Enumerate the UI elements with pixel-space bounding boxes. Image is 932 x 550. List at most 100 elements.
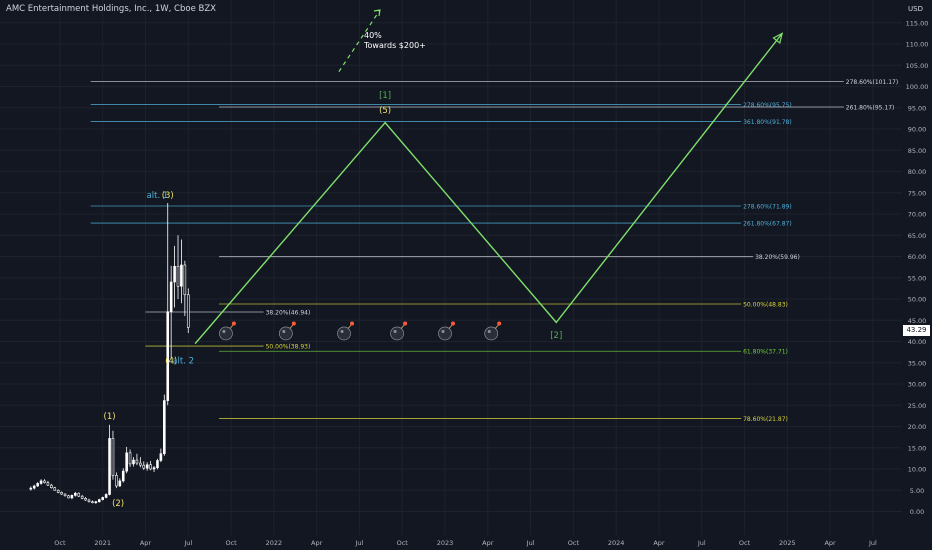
wave-label: alt. 2	[172, 357, 194, 367]
chart-title: AMC Entertainment Holdings, Inc., 1W, Cb…	[6, 4, 216, 14]
grid	[0, 0, 902, 535]
candle	[60, 492, 63, 495]
candle	[142, 464, 146, 469]
candle	[36, 483, 39, 487]
candle	[87, 499, 91, 503]
x-tick-label: Oct	[397, 539, 409, 547]
y-tick-label: 50.00	[908, 296, 927, 304]
candle	[74, 492, 77, 496]
candle	[180, 264, 183, 287]
candle	[176, 265, 180, 287]
x-tick-label: Jul	[526, 539, 535, 547]
x-tick-label: Oct	[568, 539, 580, 547]
candle	[125, 452, 128, 472]
candle	[139, 462, 142, 466]
price-chart[interactable]: 0.00 5.00 10.00 15.00 20.00 25.00 30.00 35.00 40…	[0, 0, 932, 550]
fib-level-label: 38.20%(59.96)	[755, 254, 800, 261]
y-tick-label: 65.00	[908, 232, 927, 240]
candle	[111, 438, 115, 476]
fib-level-label: 50.00%(38.93)	[266, 344, 311, 351]
bomb-shine	[487, 329, 491, 333]
fib-level-label: 261.80%(95.17)	[846, 105, 895, 112]
y-tick-label: 40.00	[908, 338, 927, 346]
y-tick-label: 0.00	[910, 508, 924, 516]
target-annotation: 40% Towards $200+	[364, 31, 426, 51]
bomb-body	[484, 326, 499, 341]
y-tick-label: 80.00	[908, 168, 927, 176]
x-tick-label: Oct	[225, 539, 237, 547]
candle	[77, 492, 81, 497]
bomb-icon	[219, 321, 236, 341]
fib-level-label: 50.00%(48.83)	[743, 301, 788, 308]
candle	[121, 470, 125, 482]
candle	[186, 294, 190, 328]
bomb-body	[219, 326, 233, 341]
wave-label: (1)	[104, 412, 116, 422]
candle	[159, 453, 163, 461]
x-tick-label: Apr	[140, 539, 152, 547]
bomb-spark	[350, 321, 355, 326]
bomb-spark	[403, 321, 408, 326]
fib-level-label: 278.60%(95.75)	[743, 102, 792, 109]
candle	[101, 497, 104, 500]
x-tick-label: Jul	[697, 539, 706, 547]
candle	[183, 264, 187, 296]
y-tick-label: 15.00	[908, 444, 927, 452]
y-tick-label: 85.00	[908, 147, 927, 155]
y-tick-label: 25.00	[908, 402, 927, 410]
currency-label: USD	[908, 5, 923, 13]
candle	[29, 487, 33, 490]
y-tick-label: 105.00	[906, 62, 929, 70]
y-tick-label: 55.00	[908, 274, 927, 282]
bomb-spark	[291, 321, 296, 326]
bomb-icon	[390, 321, 408, 341]
candle	[97, 499, 101, 503]
candle	[43, 480, 46, 483]
candle	[80, 495, 84, 499]
projection-path	[194, 32, 783, 345]
y-tick-label: 115.00	[906, 19, 929, 27]
y-tick-label: 45.00	[908, 317, 927, 325]
candles	[29, 202, 190, 504]
candle	[169, 281, 173, 313]
x-tick-label: Apr	[824, 539, 836, 547]
last-price-tag: 43.29	[903, 325, 930, 336]
candle	[145, 464, 149, 469]
candle	[70, 495, 74, 499]
candle	[135, 459, 139, 464]
bomb-spark	[451, 321, 456, 326]
y-tick-label: 10.00	[908, 466, 927, 474]
bomb-body	[390, 326, 404, 341]
y-tick-label: 90.00	[908, 126, 927, 134]
y-tick-label: 75.00	[908, 189, 927, 197]
y-tick-label: 110.00	[906, 41, 929, 49]
bomb-icon	[484, 321, 502, 341]
x-tick-label: Jul	[183, 539, 192, 547]
wave-label: (2)	[112, 499, 124, 509]
candle	[173, 265, 176, 283]
bomb-body	[279, 326, 293, 341]
x-tick-label: 2023	[437, 539, 454, 547]
y-tick-label: 70.00	[908, 211, 927, 219]
candle	[91, 501, 94, 504]
candle	[63, 493, 67, 497]
fib-level-label: 278.60%(101.17)	[846, 79, 898, 86]
candle	[128, 452, 132, 465]
bomb-shine	[340, 329, 344, 333]
candle	[84, 498, 87, 501]
y-tick-label: 100.00	[906, 83, 929, 91]
x-tick-label: Oct	[739, 539, 751, 547]
x-tick-label: Apr	[482, 539, 494, 547]
bomb-shine	[222, 329, 226, 333]
bomb-spark	[231, 321, 236, 326]
candle	[50, 484, 53, 488]
candle	[115, 475, 118, 487]
candle	[149, 464, 152, 470]
bomb-shine	[441, 329, 445, 333]
x-tick-label: 2025	[779, 539, 796, 547]
y-tick-label: 95.00	[908, 104, 927, 112]
x-tick-label: Jul	[868, 539, 877, 547]
candle	[67, 495, 70, 499]
x-tick-label: 2022	[266, 539, 283, 547]
candle	[56, 489, 60, 493]
